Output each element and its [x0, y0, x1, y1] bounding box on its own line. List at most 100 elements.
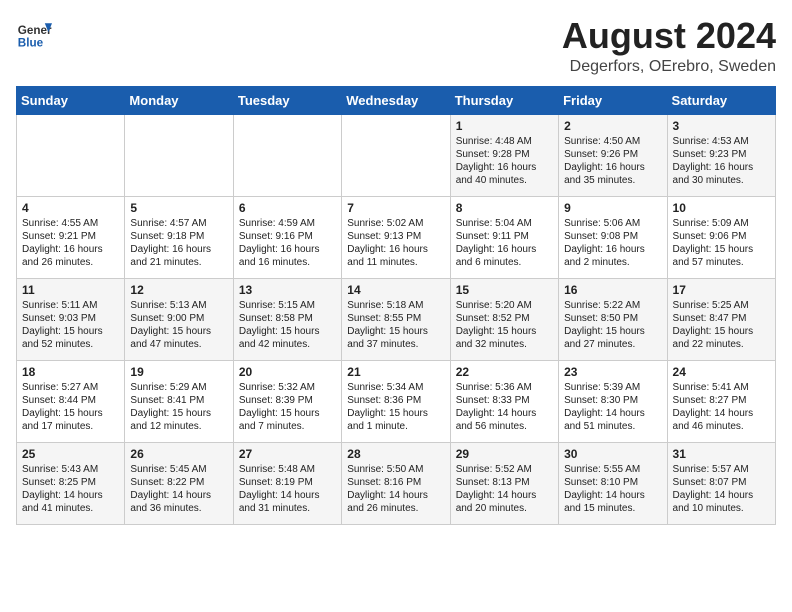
day-info: Sunrise: 5:02 AM [347, 217, 444, 230]
day-info: Sunset: 8:16 PM [347, 476, 444, 489]
day-info: and 42 minutes. [239, 338, 336, 351]
day-info: and 46 minutes. [673, 420, 770, 433]
day-info: and 22 minutes. [673, 338, 770, 351]
day-info: Sunrise: 5:45 AM [130, 463, 227, 476]
day-number: 25 [22, 447, 119, 461]
day-info: Sunrise: 5:18 AM [347, 299, 444, 312]
day-number: 30 [564, 447, 661, 461]
calendar-cell [125, 114, 233, 196]
day-info: Sunset: 9:11 PM [456, 230, 553, 243]
day-info: and 30 minutes. [673, 174, 770, 187]
day-info: and 32 minutes. [456, 338, 553, 351]
day-info: Sunset: 8:07 PM [673, 476, 770, 489]
calendar-cell: 31Sunrise: 5:57 AMSunset: 8:07 PMDayligh… [667, 442, 775, 524]
calendar-cell: 27Sunrise: 5:48 AMSunset: 8:19 PMDayligh… [233, 442, 341, 524]
week-row-2: 4Sunrise: 4:55 AMSunset: 9:21 PMDaylight… [17, 196, 776, 278]
day-info: Daylight: 15 hours [456, 325, 553, 338]
day-info: Sunset: 9:18 PM [130, 230, 227, 243]
calendar-cell: 5Sunrise: 4:57 AMSunset: 9:18 PMDaylight… [125, 196, 233, 278]
day-info: Daylight: 15 hours [239, 325, 336, 338]
week-row-1: 1Sunrise: 4:48 AMSunset: 9:28 PMDaylight… [17, 114, 776, 196]
day-info: and 26 minutes. [347, 502, 444, 515]
calendar-cell: 26Sunrise: 5:45 AMSunset: 8:22 PMDayligh… [125, 442, 233, 524]
svg-text:Blue: Blue [18, 37, 44, 50]
day-info: Sunset: 8:36 PM [347, 394, 444, 407]
day-info: Daylight: 14 hours [564, 407, 661, 420]
calendar-table: SundayMondayTuesdayWednesdayThursdayFrid… [16, 86, 776, 525]
calendar-cell: 3Sunrise: 4:53 AMSunset: 9:23 PMDaylight… [667, 114, 775, 196]
day-info: and 6 minutes. [456, 256, 553, 269]
day-info: Sunset: 8:47 PM [673, 312, 770, 325]
day-info: Daylight: 14 hours [239, 489, 336, 502]
day-info: Sunrise: 5:22 AM [564, 299, 661, 312]
calendar-cell: 2Sunrise: 4:50 AMSunset: 9:26 PMDaylight… [559, 114, 667, 196]
day-info: Sunset: 8:10 PM [564, 476, 661, 489]
day-info: Sunrise: 5:27 AM [22, 381, 119, 394]
day-info: Sunset: 8:50 PM [564, 312, 661, 325]
day-info: Daylight: 16 hours [22, 243, 119, 256]
day-number: 9 [564, 201, 661, 215]
day-info: Daylight: 16 hours [456, 161, 553, 174]
day-number: 23 [564, 365, 661, 379]
calendar-cell: 10Sunrise: 5:09 AMSunset: 9:06 PMDayligh… [667, 196, 775, 278]
day-info: Sunset: 8:22 PM [130, 476, 227, 489]
day-info: Sunrise: 5:43 AM [22, 463, 119, 476]
day-info: and 10 minutes. [673, 502, 770, 515]
day-number: 19 [130, 365, 227, 379]
calendar-cell: 9 Sunrise: 5:06 AMSunset: 9:08 PMDaylight… [559, 196, 667, 278]
day-info: Daylight: 16 hours [347, 243, 444, 256]
calendar-cell [233, 114, 341, 196]
calendar-cell: 30Sunrise: 5:55 AMSunset: 8:10 PMDayligh… [559, 442, 667, 524]
day-number: 28 [347, 447, 444, 461]
calendar-cell [17, 114, 125, 196]
day-info: Daylight: 15 hours [22, 407, 119, 420]
day-info: Sunset: 9:08 PM [564, 230, 661, 243]
day-number: 18 [22, 365, 119, 379]
month-year: August 2024 [562, 16, 776, 56]
day-number: 6 [239, 201, 336, 215]
day-number: 11 [22, 283, 119, 297]
location: Degerfors, OErebro, Sweden [562, 58, 776, 76]
day-info: Sunset: 8:33 PM [456, 394, 553, 407]
week-row-3: 11Sunrise: 5:11 AMSunset: 9:03 PMDayligh… [17, 278, 776, 360]
day-info: Sunrise: 4:55 AM [22, 217, 119, 230]
day-info: Daylight: 14 hours [564, 489, 661, 502]
week-row-4: 18Sunrise: 5:27 AMSunset: 8:44 PMDayligh… [17, 360, 776, 442]
header-day-saturday: Saturday [667, 86, 775, 114]
day-info: Daylight: 14 hours [673, 489, 770, 502]
day-info: and 27 minutes. [564, 338, 661, 351]
week-row-5: 25Sunrise: 5:43 AMSunset: 8:25 PMDayligh… [17, 442, 776, 524]
calendar-cell: 24Sunrise: 5:41 AMSunset: 8:27 PMDayligh… [667, 360, 775, 442]
logo-icon: General Blue [16, 16, 52, 52]
day-number: 17 [673, 283, 770, 297]
day-info: Sunset: 9:16 PM [239, 230, 336, 243]
day-info: Sunset: 8:19 PM [239, 476, 336, 489]
header-day-tuesday: Tuesday [233, 86, 341, 114]
day-info: Sunset: 9:06 PM [673, 230, 770, 243]
day-number: 31 [673, 447, 770, 461]
day-info: Sunrise: 5:20 AM [456, 299, 553, 312]
day-info: and 40 minutes. [456, 174, 553, 187]
day-info: and 16 minutes. [239, 256, 336, 269]
day-info: and 41 minutes. [22, 502, 119, 515]
day-number: 13 [239, 283, 336, 297]
day-info: Sunset: 9:13 PM [347, 230, 444, 243]
day-info: Daylight: 16 hours [564, 243, 661, 256]
page-header: General Blue August 2024 Degerfors, OEre… [16, 16, 776, 76]
day-info: and 2 minutes. [564, 256, 661, 269]
calendar-cell: 16Sunrise: 5:22 AMSunset: 8:50 PMDayligh… [559, 278, 667, 360]
day-info: Daylight: 14 hours [673, 407, 770, 420]
day-info: and 20 minutes. [456, 502, 553, 515]
day-info: Daylight: 15 hours [347, 325, 444, 338]
day-info: and 31 minutes. [239, 502, 336, 515]
day-info: Sunrise: 5:29 AM [130, 381, 227, 394]
day-info: and 47 minutes. [130, 338, 227, 351]
day-info: Sunrise: 5:04 AM [456, 217, 553, 230]
day-info: Daylight: 14 hours [456, 407, 553, 420]
logo: General Blue [16, 16, 56, 52]
day-info: Sunset: 8:39 PM [239, 394, 336, 407]
day-info: Sunset: 9:03 PM [22, 312, 119, 325]
day-info: and 15 minutes. [564, 502, 661, 515]
day-number: 10 [673, 201, 770, 215]
day-info: Sunrise: 5:06 AM [564, 217, 661, 230]
